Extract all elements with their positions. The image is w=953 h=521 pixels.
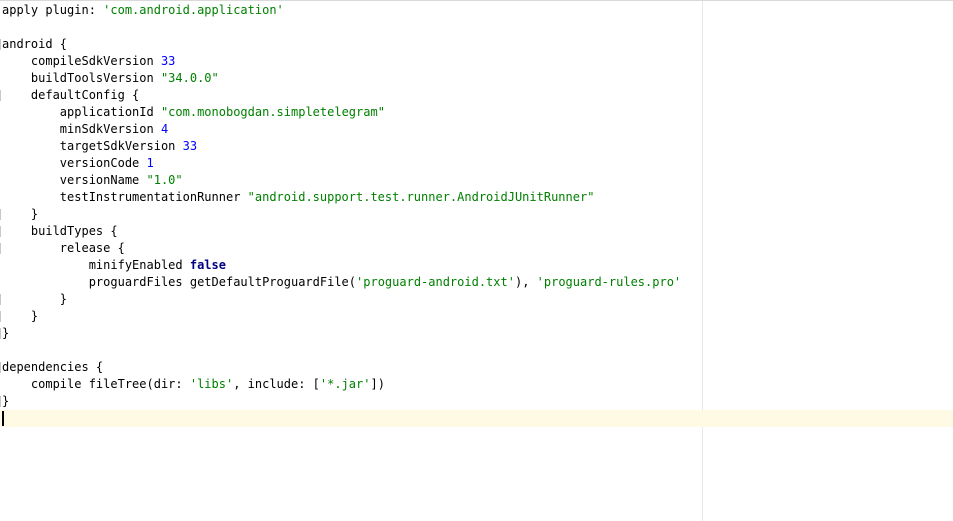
fold-marker[interactable] — [0, 328, 1, 339]
code-text: release { — [2, 241, 125, 255]
fold-marker[interactable] — [0, 362, 1, 373]
fold-marker[interactable] — [0, 294, 1, 305]
code-line[interactable] — [2, 342, 953, 359]
code-text: dependencies { — [2, 360, 104, 374]
code-line[interactable]: buildToolsVersion "34.0.0" — [2, 70, 953, 87]
string-literal: '*.jar' — [319, 377, 371, 391]
code-line[interactable]: } — [0, 393, 953, 410]
code-text: proguardFiles getDefaultProguardFile( — [2, 275, 357, 289]
number-literal: 33 — [160, 54, 176, 68]
number-literal: 33 — [182, 139, 198, 153]
code-text: versionCode — [2, 156, 147, 170]
fold-marker[interactable] — [0, 226, 1, 237]
code-line[interactable]: apply plugin: 'com.android.application' — [2, 2, 953, 19]
code-line[interactable]: } — [0, 325, 953, 342]
code-line[interactable]: minSdkVersion 4 — [2, 121, 953, 138]
code-line[interactable]: testInstrumentationRunner "android.suppo… — [2, 189, 953, 206]
code-text: android { — [2, 37, 68, 51]
fold-marker[interactable] — [0, 243, 1, 254]
code-text: buildTypes { — [2, 224, 118, 238]
number-literal: 1 — [146, 156, 154, 170]
string-literal: 'com.android.application' — [103, 3, 284, 17]
fold-marker[interactable] — [0, 90, 1, 101]
code-area[interactable]: apply plugin: 'com.android.application' a… — [0, 2, 953, 427]
code-text: } — [2, 309, 39, 323]
code-line[interactable]: defaultConfig { — [0, 87, 953, 104]
code-line[interactable]: dependencies { — [0, 359, 953, 376]
code-text: } — [2, 292, 68, 306]
code-text: defaultConfig { — [2, 88, 140, 102]
code-line[interactable]: release { — [0, 240, 953, 257]
string-literal: "34.0.0" — [160, 71, 219, 85]
code-text: ), — [514, 275, 537, 289]
code-line[interactable]: applicationId "com.monobogdan.simpletele… — [2, 104, 953, 121]
fold-marker[interactable] — [0, 311, 1, 322]
fold-marker[interactable] — [0, 39, 1, 50]
code-line[interactable]: compile fileTree(dir: 'libs', include: [… — [2, 376, 953, 393]
code-text: ]) — [370, 377, 385, 391]
code-line[interactable]: } — [0, 291, 953, 308]
code-line[interactable]: android { — [0, 36, 953, 53]
string-literal: "android.support.test.runner.AndroidJUni… — [247, 190, 595, 204]
code-text: apply plugin: — [2, 3, 104, 17]
code-text: } — [2, 207, 39, 221]
code-text: compileSdkVersion — [2, 54, 161, 68]
code-text: , include: [ — [233, 377, 320, 391]
code-line[interactable]: buildTypes { — [0, 223, 953, 240]
code-line[interactable] — [2, 19, 953, 36]
fold-marker[interactable] — [0, 396, 1, 407]
code-text: minifyEnabled — [2, 258, 190, 272]
fold-marker[interactable] — [0, 209, 1, 220]
keyword: false — [189, 258, 226, 272]
text-caret — [2, 411, 4, 426]
code-line[interactable]: } — [0, 206, 953, 223]
code-line[interactable]: compileSdkVersion 33 — [2, 53, 953, 70]
code-text: applicationId — [2, 105, 161, 119]
code-text: testInstrumentationRunner — [2, 190, 248, 204]
code-text: versionName — [2, 173, 147, 187]
code-line[interactable]: proguardFiles getDefaultProguardFile('pr… — [2, 274, 953, 291]
string-literal: "1.0" — [146, 173, 183, 187]
string-literal: 'libs' — [189, 377, 234, 391]
string-literal: "com.monobogdan.simpletelegram" — [160, 105, 385, 119]
code-text: } — [2, 394, 10, 408]
code-line[interactable]: versionCode 1 — [2, 155, 953, 172]
code-text: minSdkVersion — [2, 122, 161, 136]
code-line[interactable]: targetSdkVersion 33 — [2, 138, 953, 155]
number-literal: 4 — [160, 122, 169, 136]
code-line[interactable]: minifyEnabled false — [2, 257, 953, 274]
code-line[interactable]: } — [0, 308, 953, 325]
string-literal: 'proguard-android.txt' — [356, 275, 515, 289]
code-text: compile fileTree(dir: — [2, 377, 190, 391]
code-editor[interactable]: apply plugin: 'com.android.application' a… — [0, 0, 953, 521]
current-code-line[interactable] — [0, 410, 953, 427]
string-literal: 'proguard-rules.pro' — [536, 275, 682, 289]
code-line[interactable]: versionName "1.0" — [2, 172, 953, 189]
code-text: } — [2, 326, 10, 340]
code-text: targetSdkVersion — [2, 139, 183, 153]
code-text: buildToolsVersion — [2, 71, 161, 85]
